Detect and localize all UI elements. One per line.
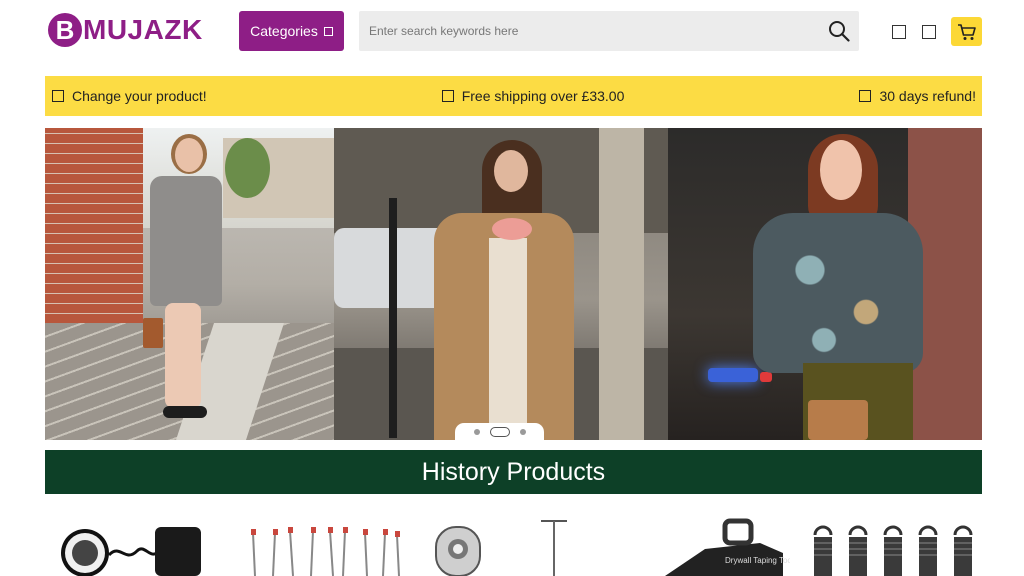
- taping-tool-icon[interactable]: Drywall Taping Tool: [665, 513, 790, 576]
- info-text: Change your product!: [72, 88, 207, 104]
- info-bar: Change your product! Free shipping over …: [45, 76, 982, 116]
- banner-photo-3: [668, 128, 982, 440]
- logo[interactable]: B MUJAZK: [48, 11, 203, 49]
- logo-text: MUJAZK: [83, 14, 203, 45]
- search-button[interactable]: [819, 11, 859, 51]
- square-icon: [441, 90, 454, 102]
- cart-icon: [957, 23, 976, 40]
- products-row: Drywall Taping Tool: [45, 505, 982, 576]
- t-pin-icon[interactable]: [535, 513, 575, 576]
- carousel-dot[interactable]: [519, 429, 526, 435]
- categories-label: Categories: [250, 23, 318, 39]
- info-item-refund: 30 days refund!: [859, 88, 976, 104]
- info-text: Free shipping over £33.00: [461, 88, 625, 104]
- carousel-dot[interactable]: [473, 429, 480, 435]
- square-icon: [323, 26, 333, 36]
- square-icon: [52, 90, 64, 102]
- page: B MUJAZK Categories Change your product!: [0, 0, 1024, 576]
- carousel-dots: [455, 423, 544, 441]
- info-text: 30 days refund!: [879, 88, 976, 104]
- logo-badge: B: [48, 13, 82, 47]
- svg-text:Drywall Taping Tool: Drywall Taping Tool: [725, 556, 790, 565]
- history-title: History Products: [421, 457, 606, 486]
- ring-light-icon[interactable]: [55, 513, 205, 576]
- search-icon: [829, 21, 850, 42]
- springs-icon[interactable]: [805, 513, 975, 576]
- square-icon: [859, 90, 872, 102]
- cart-button[interactable]: [951, 17, 982, 46]
- info-item-shipping: Free shipping over £33.00: [441, 88, 625, 104]
- carousel-dot-active[interactable]: [489, 427, 510, 437]
- ratchet-icon[interactable]: [430, 513, 490, 576]
- info-item-change: Change your product!: [52, 88, 207, 104]
- wishlist-square-icon[interactable]: [922, 25, 936, 39]
- search-input[interactable]: [359, 11, 819, 51]
- banner-photo-2: [334, 128, 668, 440]
- banner-photo-1: [45, 128, 334, 440]
- history-products-header: History Products: [45, 450, 982, 494]
- account-square-icon[interactable]: [892, 25, 906, 39]
- categories-button[interactable]: Categories: [239, 11, 344, 51]
- hero-banner[interactable]: [45, 128, 982, 440]
- search-bar: [359, 11, 859, 51]
- pins-icon[interactable]: [245, 513, 405, 576]
